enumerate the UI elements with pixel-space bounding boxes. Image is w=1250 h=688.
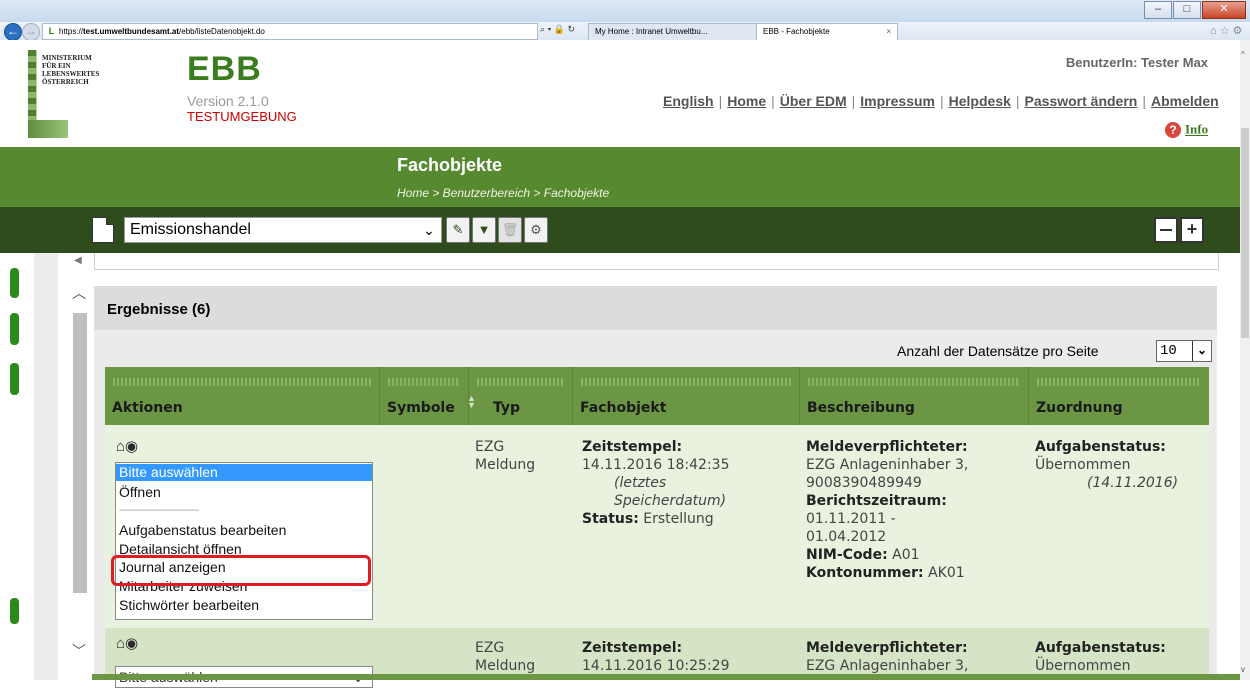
app-version: Version 2.1.0 [187, 93, 269, 109]
ministry-logo-text: MINISTERIUM FÜR EIN LEBENSWERTES ÖSTERRE… [42, 54, 100, 86]
address-bar[interactable]: Lhttps://test.umweltbundesamt.at/ebb/lis… [42, 23, 538, 40]
option-open[interactable]: Öffnen [116, 484, 372, 501]
filter-icon[interactable]: ▼ [472, 217, 496, 243]
window-controls: – □ ✕ [1144, 1, 1246, 19]
assignment-cell: Aufgabenstatus: Übernommen [1035, 640, 1166, 674]
edit-icon[interactable]: ✎ [446, 217, 470, 243]
results-header: Ergebnisse (6) [94, 286, 1217, 330]
trash-icon[interactable]: 🗑 [498, 217, 522, 243]
rail-marker[interactable] [10, 268, 19, 298]
rail-marker[interactable] [10, 363, 19, 395]
browser-toolbar-icons[interactable]: ⌂☆⚙ [1210, 24, 1245, 37]
scroll-up-icon[interactable]: ^ [1241, 50, 1245, 59]
ministry-logo-grass [28, 120, 68, 138]
page-title: Fachobjekte [397, 155, 503, 175]
scrollbar-thumb[interactable] [73, 313, 87, 593]
left-scroll-strip: ◀ ︿ ﹀ [34, 253, 87, 680]
option-edit-task-status[interactable]: Aufgabenstatus bearbeiten [116, 522, 372, 539]
description-cell: Meldeverpflichteter: EZG Anlageninhaber 3… [806, 640, 969, 674]
title-band: Fachobjekte Home > Benutzerbereich > Fac… [0, 147, 1240, 207]
column-header-description: Beschreibung [800, 367, 1029, 425]
house-eye-icon[interactable]: ⌂◉ [116, 634, 138, 652]
chevron-down-icon: ⌄ [423, 222, 435, 238]
object-cell: Zeitstempel: 14.11.2016 18:42:35 (letzte… [582, 439, 730, 527]
page-scrollbar-thumb[interactable] [1241, 128, 1249, 338]
maximize-icon[interactable]: □ [1173, 1, 1201, 19]
site-header: MINISTERIUM FÜR EIN LEBENSWERTES ÖSTERRE… [0, 40, 1240, 147]
app-logo[interactable]: EBB [187, 50, 262, 89]
type-cell: EZG Meldung [475, 439, 536, 473]
browser-tab-ebb[interactable]: EBB - Fachobjekte × [756, 23, 898, 40]
action-dropdown-list[interactable]: Bitte auswählen Öffnen -----------------… [115, 462, 373, 620]
description-cell: Meldeverpflichteter: EZG Anlageninhaber … [806, 439, 969, 581]
results-title: Ergebnisse (6) [107, 301, 211, 318]
link-about-edm[interactable]: Über EDM [780, 93, 847, 109]
settings-icon[interactable]: ⚙ [524, 217, 548, 243]
close-tab-icon[interactable]: × [886, 24, 891, 40]
option-edit-keywords[interactable]: Stichwörter bearbeiten [116, 597, 372, 614]
bottom-green-bar [92, 674, 1240, 680]
collapse-icon[interactable] [1154, 217, 1178, 243]
environment-label: TESTUMGEBUNG [187, 109, 297, 124]
column-header-symbols: Symbole [380, 367, 469, 425]
address-host: test.umweltbundesamt.at [83, 27, 180, 36]
assignment-cell: Aufgabenstatus: Übernommen (14.11.2016) [1035, 439, 1179, 491]
link-change-password[interactable]: Passwort ändern [1025, 93, 1138, 109]
close-window-icon[interactable]: ✕ [1202, 1, 1246, 19]
category-select[interactable]: Emissionshandel ⌄ [124, 217, 442, 243]
user-label: BenutzerIn: Tester Max [1065, 55, 1208, 70]
highlight-annotation [111, 555, 371, 586]
arrow-left-icon[interactable]: ◀ [74, 255, 82, 266]
site-favicon-icon: L [48, 26, 55, 36]
column-header-assignment: Zuordnung [1029, 367, 1209, 425]
scroll-down-icon[interactable]: v [1241, 665, 1245, 674]
link-imprint[interactable]: Impressum [860, 93, 935, 109]
per-page-select[interactable]: 10 ⌄ [1156, 340, 1212, 362]
document-icon[interactable] [92, 217, 114, 243]
option-separator: ---------------------------------- [119, 505, 199, 516]
table-header: Aktionen Symbole ▲ ▼ Typ Fachobjekt Beschr… [105, 367, 1209, 425]
back-arrow-icon[interactable]: ← [4, 23, 22, 41]
per-page-label: Anzahl der Datensätze pro Seite [897, 343, 1099, 359]
link-logout[interactable]: Abmelden [1151, 93, 1219, 109]
address-path: /ebb/listeDatenobjekt.do [179, 27, 265, 36]
top-navigation: English | Home | Über EDM | Impressum | Helpdesk… [663, 93, 1219, 109]
address-tools[interactable]: ⌕ ▾ 🔒 ↻ [540, 24, 575, 35]
breadcrumb: Home > Benutzerbereich > Fachobjekte [397, 186, 610, 200]
object-cell: Zeitstempel: 14.11.2016 10:25:29 [582, 640, 730, 674]
scroll-down-icon[interactable]: ﹀ [72, 641, 86, 661]
column-header-actions: Aktionen [105, 367, 380, 425]
browser-nav-bar: ← → Lhttps://test.umweltbundesamt.at/ebb… [0, 22, 1250, 41]
type-cell: EZG Meldung [475, 640, 536, 674]
scroll-up-icon[interactable]: ︿ [72, 283, 86, 303]
expand-icon[interactable]: + [1180, 217, 1204, 243]
rail-marker[interactable] [10, 598, 19, 624]
search-panel [94, 253, 1219, 270]
column-header-type[interactable]: ▲ ▼ Typ [467, 367, 573, 425]
column-header-object: Fachobjekt [573, 367, 800, 425]
sort-icon[interactable]: ▲ ▼ [467, 394, 476, 410]
minimize-icon[interactable]: – [1144, 1, 1172, 19]
option-please-select[interactable]: Bitte auswählen [116, 464, 372, 481]
link-helpdesk[interactable]: Helpdesk [949, 93, 1011, 109]
main-toolbar: Emissionshandel ⌄ ✎ ▼ 🗑 ⚙ + [0, 207, 1240, 253]
chevron-down-icon: ⌄ [1192, 341, 1211, 361]
info-link[interactable]: ? Info [1165, 121, 1208, 138]
rail-marker[interactable] [10, 313, 19, 345]
browser-title-bar: – □ ✕ [0, 0, 1250, 22]
help-icon: ? [1165, 121, 1181, 138]
forward-arrow-icon[interactable]: → [22, 23, 40, 41]
link-english[interactable]: English [663, 93, 714, 109]
house-eye-icon[interactable]: ⌂◉ [116, 437, 138, 455]
link-home[interactable]: Home [727, 93, 766, 109]
browser-tab-intranet[interactable]: My Home : Intranet Umweltbu... [588, 23, 762, 40]
